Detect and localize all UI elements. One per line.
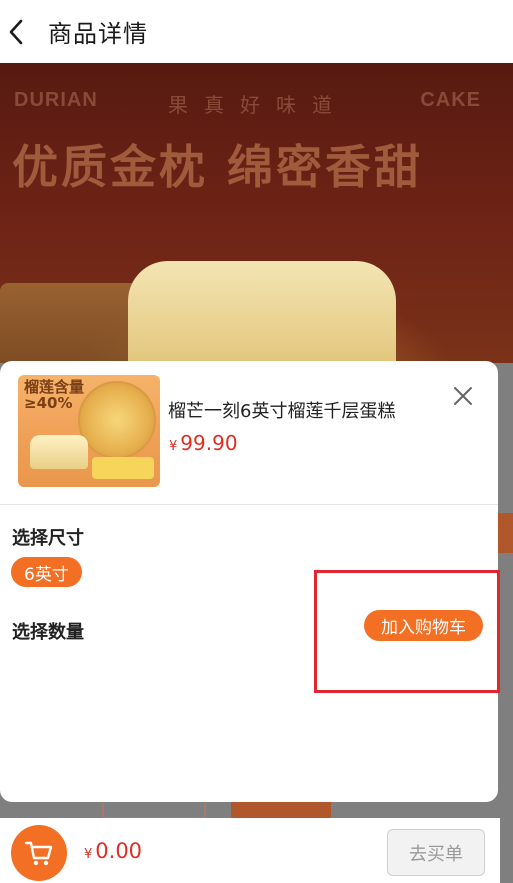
top-bar: 商品详情: [0, 0, 513, 63]
banner-cake-image: [128, 261, 396, 363]
cart-icon: [24, 841, 53, 866]
banner-brand-tagline: 果真好味道: [168, 95, 348, 117]
thumbnail-cake: [30, 435, 88, 469]
total-value: 0.00: [95, 839, 143, 863]
currency-symbol: ¥: [169, 439, 178, 454]
product-banner-image: DURIAN 果真好味道 CAKE 优质金枕 绵密香甜: [0, 63, 513, 363]
banner-background-decoration: [0, 283, 140, 363]
banner-slogan: 优质金枕 绵密香甜: [12, 140, 424, 194]
currency-symbol: ¥: [84, 847, 93, 862]
bottom-bar: ¥0.00 去买单: [0, 818, 500, 883]
banner-brand-line: DURIAN 果真好味道 CAKE: [0, 89, 513, 117]
page-title: 商品详情: [48, 20, 148, 48]
price-value: 99.90: [180, 431, 238, 455]
chevron-left-icon: [9, 19, 23, 44]
divider: [0, 504, 498, 505]
checkout-button[interactable]: 去买单: [387, 829, 485, 876]
cart-total: ¥0.00: [84, 839, 142, 863]
close-icon: [454, 387, 472, 405]
product-thumbnail: 榴莲含量≥40%: [18, 375, 160, 487]
size-option-6inch[interactable]: 6英寸: [11, 557, 82, 587]
banner-brand-right: CAKE: [420, 89, 481, 111]
product-price: ¥99.90: [169, 431, 238, 455]
cart-button[interactable]: [11, 825, 67, 881]
quantity-label: 选择数量: [12, 622, 84, 643]
thumbnail-tin: [78, 381, 156, 459]
highlight-box: [314, 570, 500, 693]
thumbnail-label: 榴莲含量≥40%: [24, 378, 85, 412]
back-button[interactable]: [8, 19, 28, 45]
size-label: 选择尺寸: [12, 528, 84, 549]
thumbnail-tag: [92, 457, 154, 479]
dimmed-overlay-edge: [500, 818, 513, 883]
close-button[interactable]: [452, 385, 474, 407]
banner-brand-left: DURIAN: [14, 89, 98, 111]
product-name: 榴芒一刻6英寸榴莲千层蛋糕: [168, 401, 396, 422]
